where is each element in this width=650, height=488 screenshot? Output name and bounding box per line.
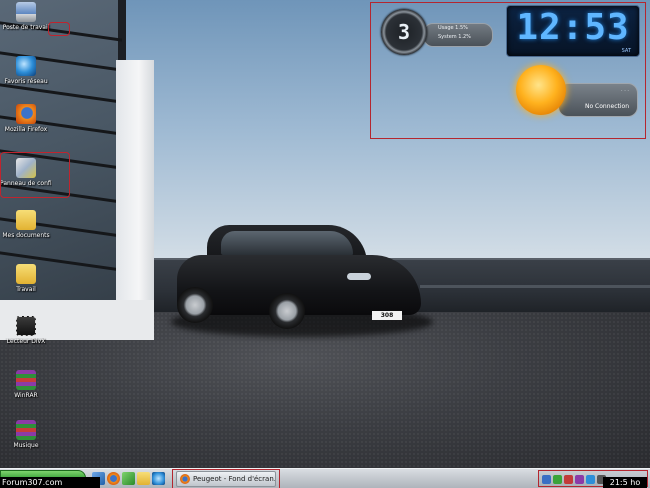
archive-icon	[16, 420, 36, 440]
folder-icon	[16, 264, 36, 284]
car-plate: 308	[372, 311, 402, 320]
car-rear-wheel	[177, 287, 213, 323]
desktop-icon-documents[interactable]: Mes documents	[0, 210, 52, 240]
clock-day: SAT	[621, 48, 631, 54]
car-headlight	[347, 273, 371, 280]
tray-volume-icon[interactable]	[586, 475, 595, 484]
tray-clock[interactable]: 21:5 ho	[603, 477, 647, 488]
desktop-icon-winrar[interactable]: WinRAR	[0, 370, 52, 400]
cpu-meter-gadget[interactable]: Usage 1.5% System 1.2% 3	[381, 9, 493, 59]
desktop-icon-label: Mozilla Firefox	[4, 126, 48, 133]
messenger-icon[interactable]	[122, 472, 135, 485]
gadget-panel: Usage 1.5% System 1.2% 3 12:53 SAT · · ·…	[370, 2, 646, 139]
tray-network-icon[interactable]	[542, 475, 551, 484]
desktop-icon-label: Musique	[13, 442, 39, 449]
weather-gadget[interactable]: · · · No Connection	[506, 61, 640, 123]
desktop-icon-video-player[interactable]: Lecteur DivX	[0, 316, 52, 346]
firefox-icon[interactable]	[107, 472, 120, 485]
desktop-icon-firefox[interactable]: Mozilla Firefox	[0, 104, 52, 134]
folder-icon[interactable]	[137, 472, 150, 485]
car-front-wheel	[269, 293, 305, 329]
sun-icon	[516, 65, 566, 115]
wall-railing	[420, 285, 650, 288]
tray-play-icon[interactable]	[553, 475, 562, 484]
desktop-icon-work-folder[interactable]: Travail	[0, 264, 52, 294]
network-places-icon	[16, 56, 36, 76]
desktop-icon-music[interactable]: Musique	[0, 420, 52, 450]
weather-bar: · · · No Connection	[558, 83, 638, 117]
desktop-icon-my-computer[interactable]: Poste de travail	[0, 2, 52, 32]
system-tray: 21:5 ho	[538, 470, 648, 488]
watermark: Forum307.com	[0, 477, 100, 488]
cpu-gauge-value: 3	[397, 20, 411, 44]
desktop-icon-label: Travail	[16, 286, 36, 293]
desktop-icon-label: Favoris réseau	[4, 78, 48, 85]
car-window	[221, 231, 353, 255]
cpu-meter-line1: Usage 1.5%	[438, 25, 468, 31]
selection-outline	[172, 469, 280, 488]
desktop-icon-label: WinRAR	[14, 392, 38, 399]
desktop-icon-label: Poste de travail	[2, 24, 50, 31]
weather-dots: · · ·	[621, 88, 629, 94]
internet-explorer-icon[interactable]	[152, 472, 165, 485]
building-wall	[116, 60, 154, 330]
cpu-meter-line2: System 1.2%	[438, 34, 471, 40]
selection-outline	[48, 22, 70, 36]
clock-time: 12:53	[516, 7, 630, 48]
video-player-icon	[16, 316, 36, 336]
archive-icon	[16, 370, 36, 390]
tray-antivirus-icon[interactable]	[564, 475, 573, 484]
folder-icon	[16, 210, 36, 230]
desktop-icon-network[interactable]: Favoris réseau	[0, 56, 52, 86]
desktop-icon-label: Mes documents	[2, 232, 50, 239]
firefox-icon	[16, 104, 36, 124]
my-computer-icon	[16, 2, 36, 22]
tray-app-icon[interactable]	[575, 475, 584, 484]
cpu-meter-bar: Usage 1.5% System 1.2%	[423, 23, 493, 47]
weather-status: No Connection	[584, 103, 629, 110]
desktop-icon-label: Lecteur DivX	[6, 338, 46, 345]
clock-gadget[interactable]: 12:53 SAT	[506, 5, 640, 57]
selection-outline	[0, 152, 70, 198]
car-image: 308	[171, 215, 433, 340]
